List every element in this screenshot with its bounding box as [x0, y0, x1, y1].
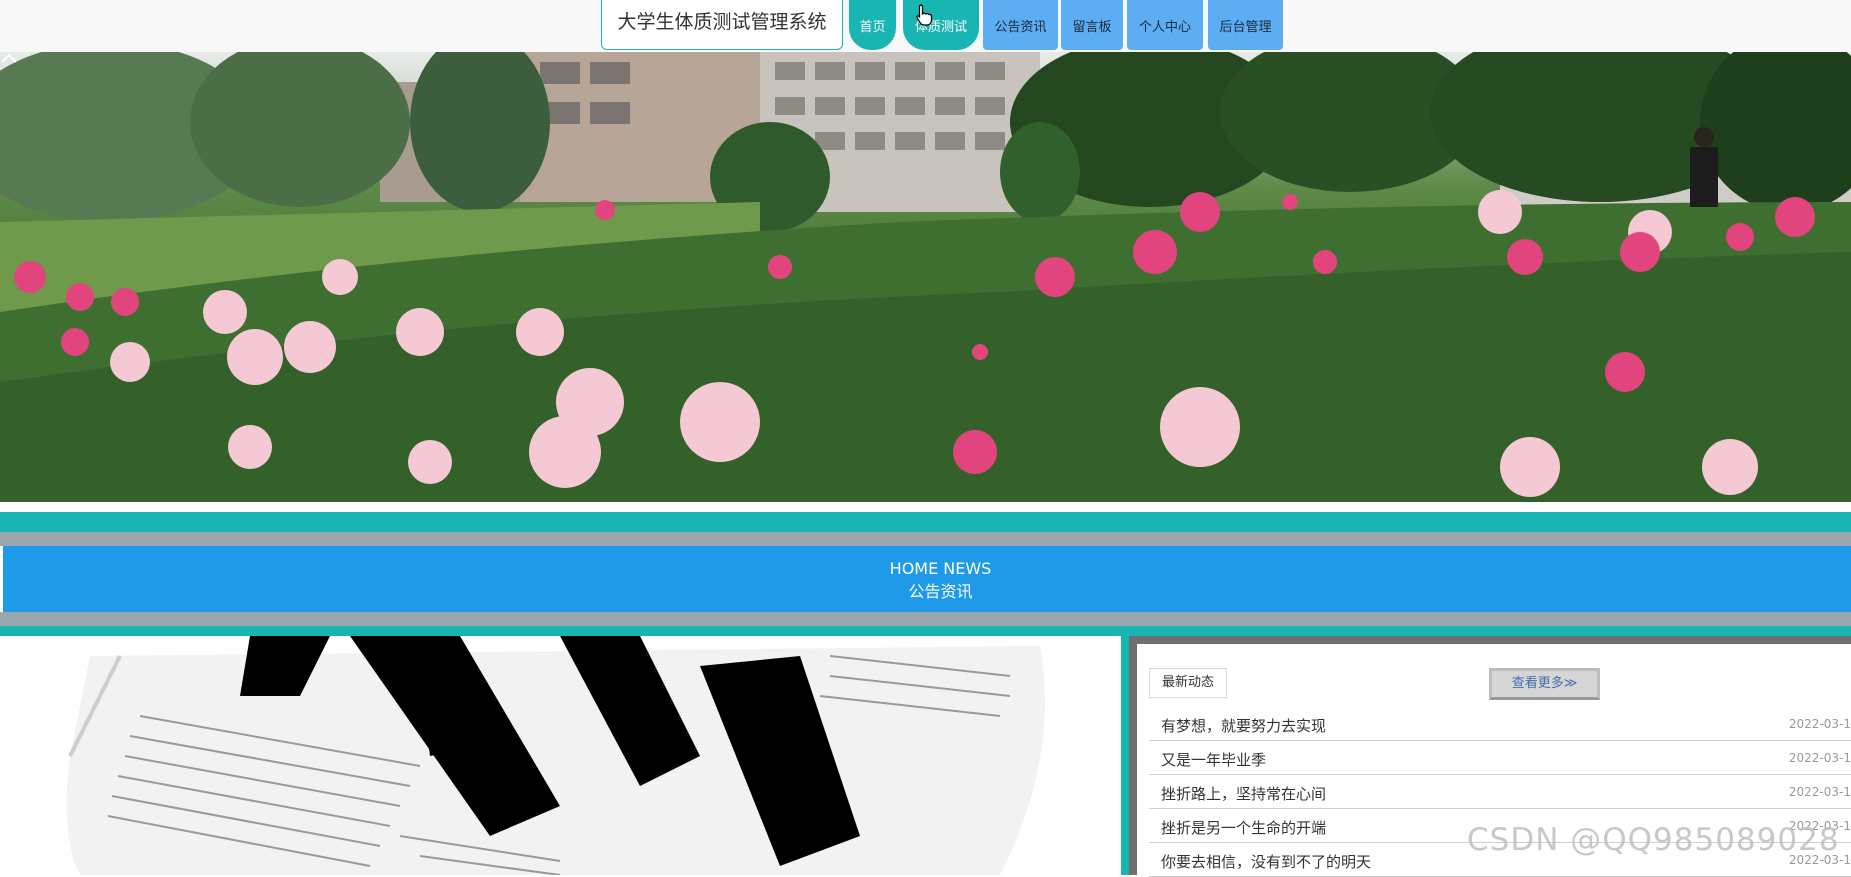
news-date: 2022-03-1: [1788, 751, 1851, 765]
news-title[interactable]: 挫折路上，坚持常在心间: [1161, 783, 1326, 804]
news-list-item[interactable]: 有梦想，就要努力去实现 2022-03-1: [1149, 707, 1851, 741]
section-title-cn: 公告资讯: [908, 582, 973, 601]
band-stripe-grey-bottom: [0, 612, 1851, 626]
news-title[interactable]: 你要去相信，没有到不了的明天: [1161, 851, 1371, 872]
hero-banner: [0, 52, 1851, 502]
news-image-panel: [0, 636, 1121, 875]
panel-divider: [1121, 636, 1129, 875]
latest-news-tab[interactable]: 最新动态: [1149, 668, 1227, 698]
nav-item-admin[interactable]: 后台管理: [1208, 0, 1283, 50]
news-date: 2022-03-1: [1788, 785, 1851, 799]
news-list-item[interactable]: 又是一年毕业季 2022-03-1: [1149, 741, 1851, 775]
band-stripe-teal-bottom: [0, 626, 1851, 636]
newspaper-image: [66, 636, 1045, 875]
nav-item-home[interactable]: 首页: [849, 0, 896, 50]
news-title[interactable]: 有梦想，就要努力去实现: [1161, 715, 1326, 736]
nav-item-message-board[interactable]: 留言板: [1061, 0, 1123, 50]
csdn-watermark: CSDN @QQ985089028: [1467, 822, 1840, 858]
news-list-item[interactable]: 挫折路上，坚持常在心间 2022-03-1: [1149, 775, 1851, 809]
hand-cursor-icon: [916, 4, 933, 26]
nav-item-announcements[interactable]: 公告资讯: [983, 0, 1058, 50]
section-title-en: HOME NEWS: [889, 559, 992, 578]
section-title: HOME NEWS 公告资讯: [0, 557, 1851, 603]
news-title[interactable]: 挫折是另一个生命的开端: [1161, 817, 1326, 838]
band-stripe-teal: [0, 512, 1851, 532]
hero-image: [0, 52, 1851, 502]
news-date: 2022-03-1: [1788, 717, 1851, 731]
news-title[interactable]: 又是一年毕业季: [1161, 749, 1266, 770]
chevron-up-icon[interactable]: [0, 52, 18, 64]
nav-item-personal-center[interactable]: 个人中心: [1127, 0, 1203, 50]
band-stripe-grey: [0, 532, 1851, 546]
site-title: 大学生体质测试管理系统: [601, 0, 843, 50]
view-more-button[interactable]: 查看更多≫: [1489, 668, 1600, 700]
